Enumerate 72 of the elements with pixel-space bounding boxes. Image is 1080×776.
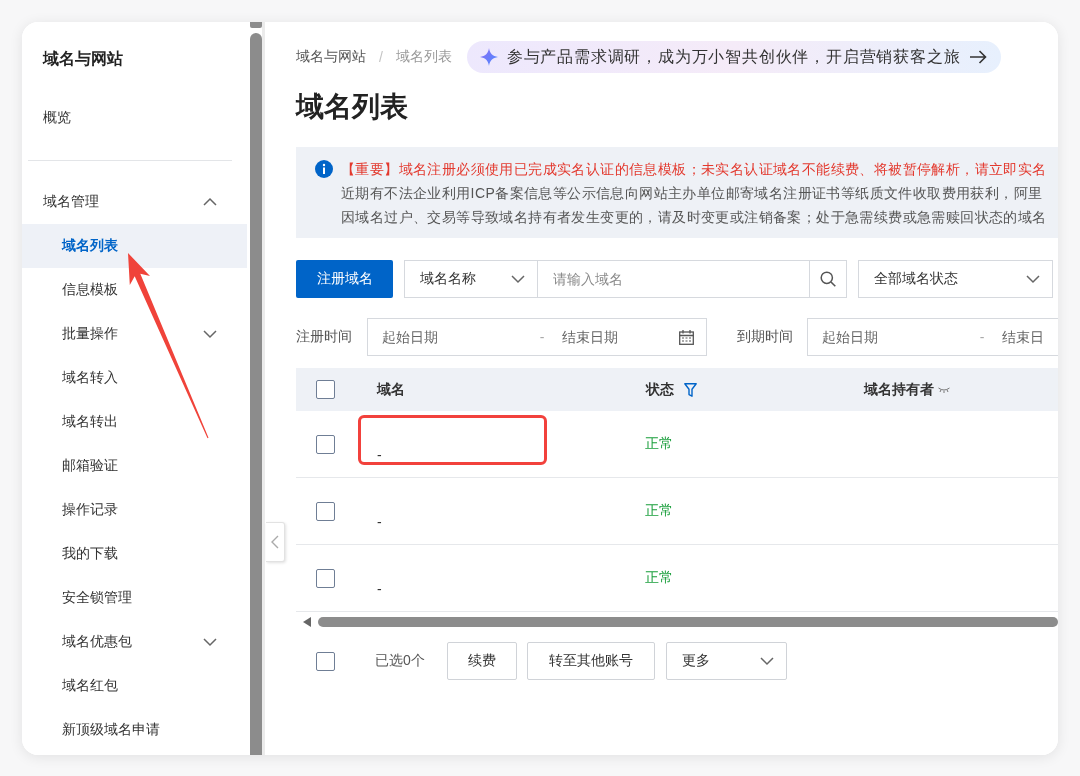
breadcrumb-link[interactable]: 域名与网站 xyxy=(296,48,366,66)
field-select[interactable]: 域名名称 xyxy=(404,260,538,298)
promo-banner[interactable]: 参与产品需求调研，成为万小智共创伙伴，开启营销获客之旅 xyxy=(466,41,1001,73)
checkbox[interactable] xyxy=(316,568,335,588)
checkbox[interactable] xyxy=(316,380,335,399)
status-text: 正常 xyxy=(644,435,673,451)
chevron-left-icon xyxy=(271,535,279,549)
register-domain-button[interactable]: 注册域名 xyxy=(296,260,393,298)
table-cell: - xyxy=(377,514,382,530)
start-date-input[interactable]: 起始日期 xyxy=(822,329,962,345)
table-row[interactable]: - 正常 xyxy=(296,478,1058,545)
sidebar-item[interactable]: 安全锁管理 xyxy=(22,576,247,620)
filter-icon[interactable] xyxy=(684,382,697,397)
table-row[interactable]: - 正常 xyxy=(296,411,1058,478)
selected-count: 已选0个 xyxy=(375,652,425,670)
chevron-down-icon xyxy=(511,275,525,283)
sidebar-item[interactable]: 信息模板 xyxy=(22,268,247,312)
chevron-down-icon xyxy=(1026,275,1040,283)
sidebar-item[interactable]: 域名优惠包 xyxy=(22,620,247,664)
sidebar-item[interactable]: 域名转出 xyxy=(22,400,247,444)
info-icon xyxy=(315,160,333,178)
sidebar-item[interactable]: 概览 xyxy=(22,96,247,140)
notice-text: 近期有不法企业利用ICP备案信息等公示信息向网站主办单位邮寄域名注册证书等纸质文件收取费用获利，阿里 xyxy=(341,184,1044,203)
status-text: 正常 xyxy=(644,569,673,585)
status-select[interactable]: 全部域名状态 xyxy=(858,260,1053,298)
column-header: 域名 xyxy=(377,380,405,399)
action-button[interactable]: 转至其他账号 xyxy=(526,642,655,680)
sidebar-item[interactable]: 新顶级域名申请 xyxy=(22,708,247,752)
search-icon xyxy=(820,271,836,287)
table-row[interactable]: - 正常 xyxy=(296,545,1058,612)
arrow-right-icon xyxy=(969,50,987,64)
sidebar-item[interactable]: 域名管理 xyxy=(22,180,247,224)
closed-eye-icon[interactable] xyxy=(938,386,950,393)
page-title: 域名列表 xyxy=(296,90,409,124)
checkbox[interactable] xyxy=(316,434,335,454)
end-date-input[interactable]: 结束日 xyxy=(1002,329,1058,345)
scroll-left-icon[interactable] xyxy=(303,617,311,627)
sidebar-title: 域名与网站 xyxy=(41,48,124,69)
sparkle-icon xyxy=(479,48,498,66)
calendar-icon xyxy=(679,329,694,345)
more-select[interactable]: 更多 xyxy=(665,642,787,680)
breadcrumb-separator: / xyxy=(379,49,383,65)
table-cell: - xyxy=(377,447,382,463)
end-date-input[interactable]: 结束日期 xyxy=(562,329,679,345)
scrollbar-cap xyxy=(250,22,262,28)
sidebar-item[interactable]: 域名红包 xyxy=(22,664,247,708)
scrollbar-thumb[interactable] xyxy=(250,33,262,755)
checkbox[interactable] xyxy=(316,651,335,671)
column-header: 状态 xyxy=(646,380,674,399)
table-cell: - xyxy=(377,581,382,597)
range-separator: - xyxy=(538,329,546,345)
sidebar-item[interactable]: 域名转入 xyxy=(22,356,247,400)
start-date-input[interactable]: 起始日期 xyxy=(382,329,522,345)
sidebar-item[interactable]: 域名列表 xyxy=(22,224,247,268)
sidebar-item[interactable]: 邮箱验证 xyxy=(22,444,247,488)
chevron-down-icon xyxy=(759,657,774,665)
search-field[interactable]: 请输入域名 xyxy=(538,260,810,298)
column-header: 域名持有者 xyxy=(864,380,934,399)
sidebar-item[interactable]: 操作记录 xyxy=(22,488,247,532)
scrollbar-thumb[interactable] xyxy=(318,617,1058,627)
notice-text: 因域名过户、交易等导致域名持有者发生变更的，请及时变更或注销备案；处于急需续费或急需赎回状态的域名 xyxy=(341,208,1047,227)
status-text: 正常 xyxy=(644,502,673,518)
sidebar-item[interactable]: 我的下载 xyxy=(22,532,247,576)
date-label: 到期时间 xyxy=(737,328,793,346)
sidebar-item[interactable]: 批量操作 xyxy=(22,312,247,356)
date-label: 注册时间 xyxy=(296,328,352,346)
notice-text: 【重要】域名注册必须使用已完成实名认证的信息模板；未实名认证域名不能续费、将被暂停解析，请立即实名 xyxy=(341,160,1047,179)
breadcrumb-current: 域名列表 xyxy=(395,48,452,66)
search-button[interactable] xyxy=(810,260,847,298)
range-separator: - xyxy=(978,329,986,345)
action-button[interactable]: 续费 xyxy=(446,642,517,680)
checkbox[interactable] xyxy=(316,501,335,521)
